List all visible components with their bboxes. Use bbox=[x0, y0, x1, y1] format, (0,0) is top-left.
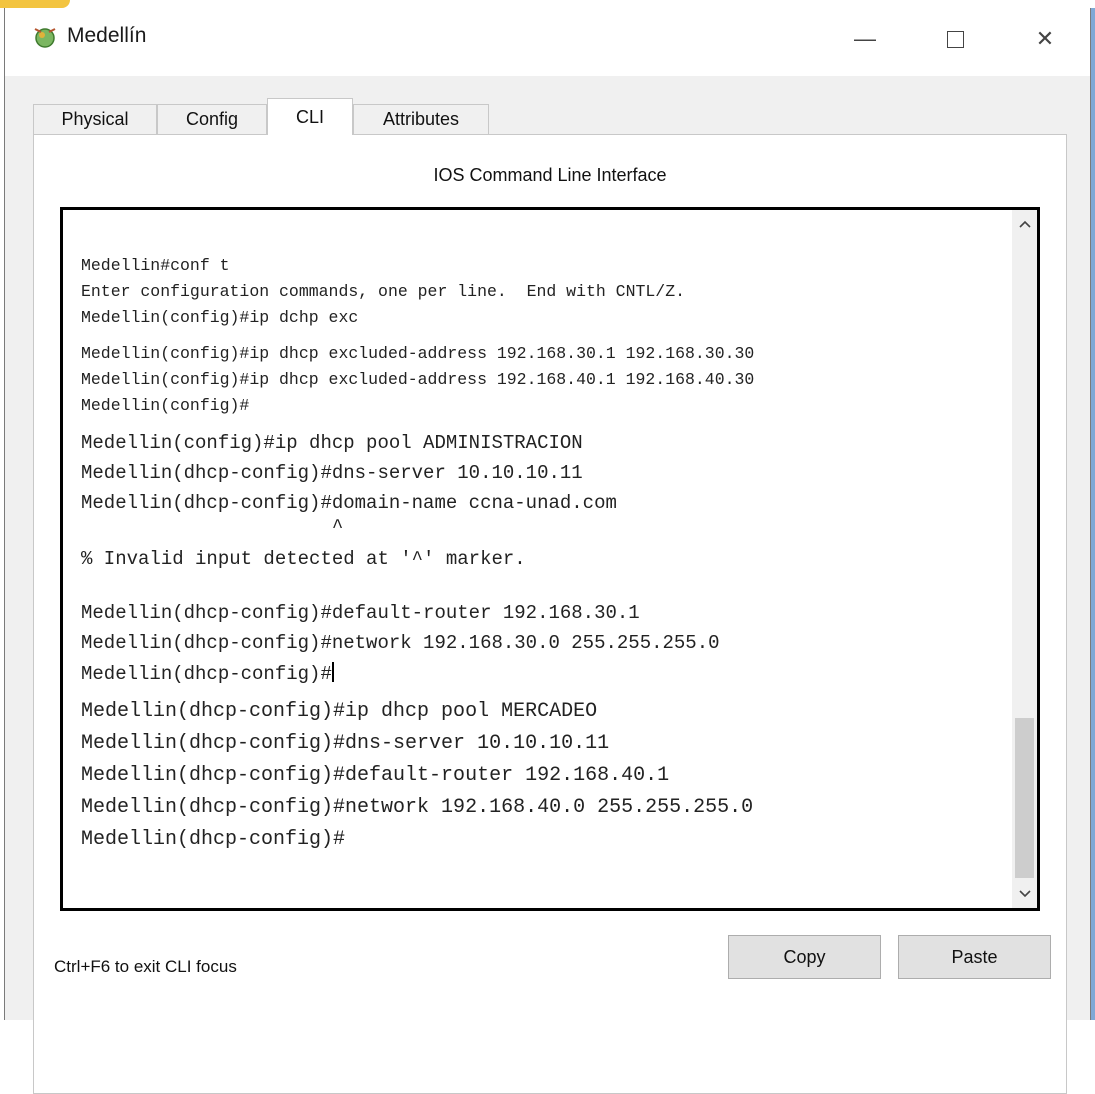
cli-console[interactable]: Medellin#conf t Enter configuration comm… bbox=[60, 207, 1040, 911]
exit-focus-hint: Ctrl+F6 to exit CLI focus bbox=[54, 957, 237, 976]
maximize-icon bbox=[946, 30, 964, 48]
cli-line: Enter configuration commands, one per li… bbox=[81, 282, 685, 301]
tab-attributes[interactable]: Attributes bbox=[353, 104, 489, 134]
cli-line: Medellin(dhcp-config)#dns-server 10.10.1… bbox=[81, 462, 583, 484]
cli-line: Medellin(config)#ip dhcp excluded-addres… bbox=[81, 344, 755, 363]
close-button[interactable]: ✕ bbox=[1000, 8, 1090, 70]
device-window: Medellín — ✕ Physical Config CLI Attribu… bbox=[4, 8, 1091, 1094]
panel-title: IOS Command Line Interface bbox=[433, 165, 667, 185]
chevron-down-icon bbox=[1018, 890, 1031, 898]
cli-line: Medellin(dhcp-config)#ip dhcp pool MERCA… bbox=[81, 700, 598, 723]
cli-line: Medellin(config)# bbox=[81, 396, 250, 415]
minimize-icon: — bbox=[854, 26, 876, 51]
chevron-up-icon bbox=[1018, 220, 1031, 228]
copy-button[interactable]: Copy bbox=[728, 935, 881, 979]
cli-line: Medellin(dhcp-config)#domain-name ccna-u… bbox=[81, 492, 617, 514]
cli-error-caret: ^ bbox=[81, 516, 344, 538]
window-client-area: Physical Config CLI Attributes IOS Comma… bbox=[5, 76, 1090, 1094]
tab-config[interactable]: Config bbox=[157, 104, 267, 134]
scroll-down-button[interactable] bbox=[1012, 882, 1037, 906]
cli-line: Medellin(dhcp-config)# bbox=[81, 828, 346, 851]
title-bar[interactable]: Medellín — ✕ bbox=[5, 8, 1090, 76]
decorative-corner bbox=[0, 0, 70, 8]
cli-prompt: Medellin(dhcp-config)# bbox=[81, 663, 332, 685]
cli-line: Medellin(config)#ip dchp exc bbox=[81, 308, 359, 327]
cli-prompt-line: Medellin(dhcp-config)# bbox=[81, 662, 334, 685]
cli-panel: IOS Command Line Interface Medellin#conf… bbox=[33, 134, 1067, 1094]
cli-line: Medellin(dhcp-config)#default-router 192… bbox=[81, 764, 670, 787]
minimize-button[interactable]: — bbox=[820, 8, 910, 70]
cli-line: Medellin(dhcp-config)#network 192.168.40… bbox=[81, 796, 754, 819]
text-cursor bbox=[331, 662, 334, 682]
cli-line: Medellin(dhcp-config)#network 192.168.30… bbox=[81, 632, 720, 654]
paste-button[interactable]: Paste bbox=[898, 935, 1051, 979]
cli-line: Medellin(config)#ip dhcp excluded-addres… bbox=[81, 370, 755, 389]
cli-line: Medellin(dhcp-config)#default-router 192… bbox=[81, 602, 640, 624]
cli-line: Medellin(dhcp-config)#dns-server 10.10.1… bbox=[81, 732, 610, 755]
vertical-scrollbar[interactable] bbox=[1012, 210, 1037, 908]
close-icon: ✕ bbox=[1035, 26, 1055, 51]
cli-error-line: % Invalid input detected at '^' marker. bbox=[81, 548, 526, 570]
router-icon bbox=[34, 28, 56, 48]
scroll-up-button[interactable] bbox=[1012, 212, 1037, 236]
window-title: Medellín bbox=[67, 24, 147, 47]
scroll-thumb[interactable] bbox=[1015, 718, 1034, 878]
tab-physical[interactable]: Physical bbox=[33, 104, 157, 134]
cli-line: Medellin#conf t bbox=[81, 256, 230, 275]
tab-cli[interactable]: CLI bbox=[267, 98, 353, 135]
background-window-edge bbox=[1091, 8, 1095, 1020]
cli-line: Medellin(config)#ip dhcp pool ADMINISTRA… bbox=[81, 432, 583, 454]
maximize-button[interactable] bbox=[910, 8, 1000, 70]
